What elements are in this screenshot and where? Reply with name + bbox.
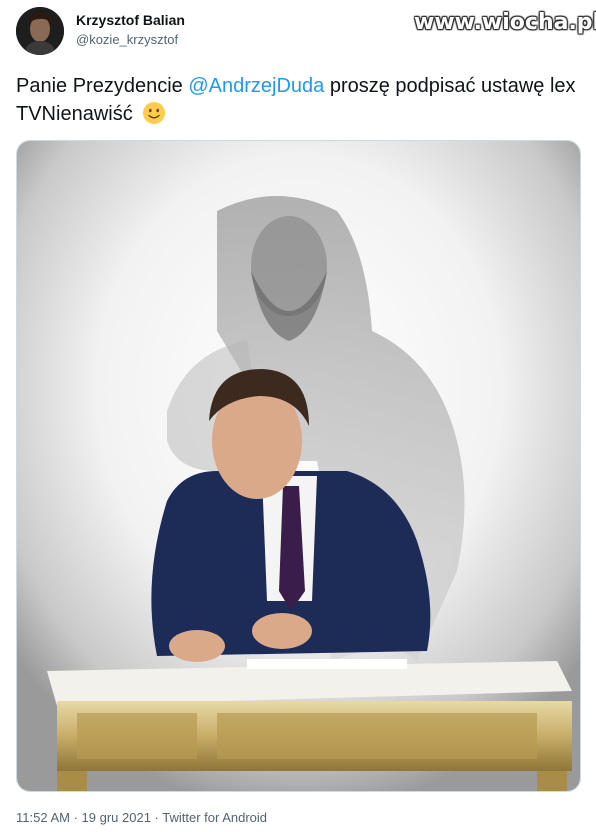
author-name[interactable]: Krzysztof Balian [76,12,185,28]
author-handle[interactable]: @kozie_krzysztof [76,32,178,47]
mention-link[interactable]: @AndrzejDuda [188,75,324,97]
tweet-date[interactable]: 19 gru 2021 [82,810,151,825]
watermark: www.wiocha.pl [414,10,596,35]
avatar-image [16,7,64,55]
meta-separator: · [150,810,163,825]
slightly-smiling-face-icon [142,101,166,125]
tweet-source[interactable]: Twitter for Android [162,810,267,825]
avatar[interactable] [16,7,64,55]
tweet-text-start: Panie Prezydencie [16,75,189,97]
tweet-photo [17,141,580,791]
meta-separator: · [69,810,82,825]
tweet-image[interactable] [16,140,581,792]
tweet-text: Panie Prezydencie @AndrzejDuda proszę po… [16,72,576,128]
tweet-time[interactable]: 11:52 AM [16,810,70,825]
tweet-meta: 11:52 AM · 19 gru 2021 · Twitter for And… [16,810,267,825]
